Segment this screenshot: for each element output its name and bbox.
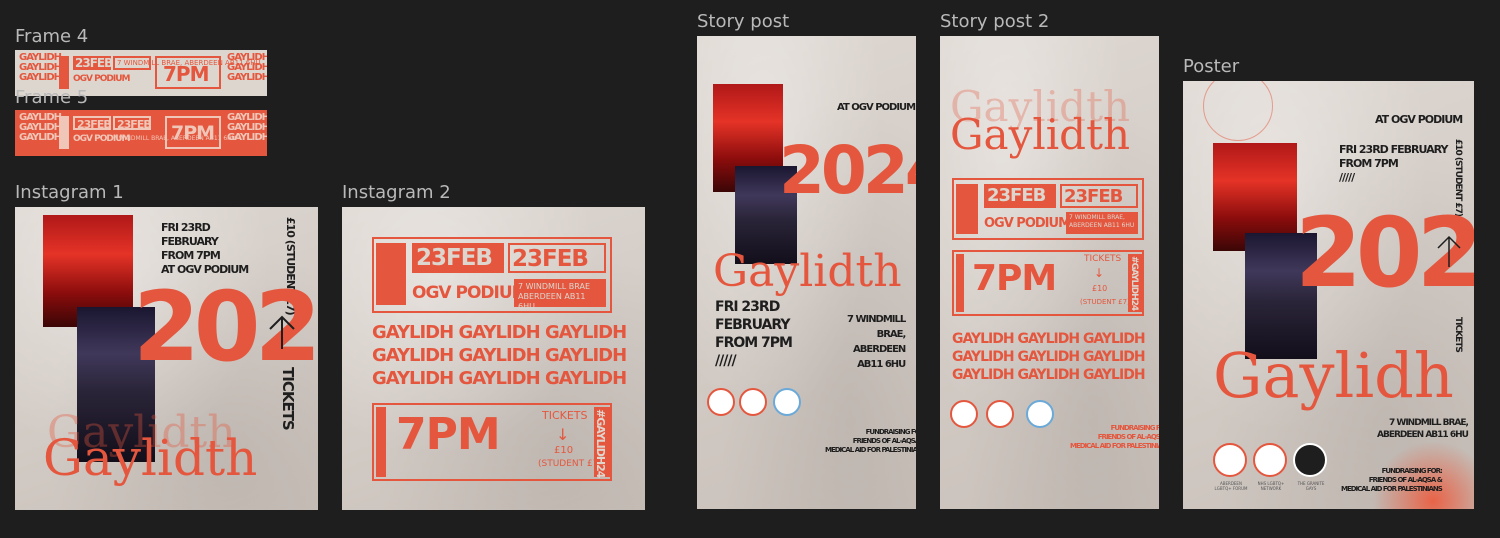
frame5-date-box: 23FEB [73, 116, 112, 131]
badge-label-gays: THE GRANITE GAYS [1297, 481, 1325, 491]
network-badge-icon [986, 400, 1014, 428]
story2-date-2: 23FEB [1064, 186, 1123, 207]
frame5-gaylidh-stack: GAYLIDH GAYLIDH GAYLIDH [19, 112, 62, 143]
story2-price: £10 [1092, 284, 1108, 293]
story2-hashtag: #GAYLIDH24 [1129, 256, 1139, 311]
story2-fundraising: FUNDRAISING FOR:FRIENDS OF AL-AQSA &MEDI… [1070, 424, 1159, 450]
story-post[interactable]: AT OGV PODIUM 2024 Gaylidth FRI 23RDFEBR… [697, 36, 916, 509]
arrow-up-icon [269, 315, 295, 349]
story2-venue: OGV PODIUM [984, 216, 1071, 231]
badge-label-forum: ABERDEEN LGBTQ+ FORUM [1214, 481, 1248, 491]
arrow-down-icon: ↓ [556, 425, 570, 444]
instagram-2-label[interactable]: Instagram 2 [342, 183, 451, 203]
insta2-hashtag-bar: #GAYLIDH24 [594, 407, 610, 477]
story2-date-block: 23FEB [984, 184, 1056, 208]
story2-accent-bar [956, 254, 964, 312]
frame5-date-box-2: 23FEB [113, 116, 152, 131]
network-badge-icon [739, 388, 767, 416]
story2-title: Gaylidth [950, 110, 1130, 159]
insta2-tickets: TICKETS [542, 409, 588, 422]
story2-time: 7PM [972, 258, 1057, 299]
forum-badge-icon [1213, 443, 1247, 477]
globe-icon [956, 184, 978, 234]
forum-badge-icon [950, 400, 978, 428]
story2-student: (STUDENT £7) [1080, 298, 1130, 306]
badge-label-network: NHS LGBTQ+ NETWORK [1257, 481, 1285, 491]
frame5-gaylidh-stack-right: GAYLIDH GAYLIDH GAYLIDH [227, 112, 267, 143]
arrow-up-icon [1437, 235, 1461, 267]
insta2-date-2: 23FEB [512, 246, 589, 272]
frame5-date: 23FEB [77, 118, 112, 131]
frame5-time: 7PM [171, 122, 215, 144]
poster[interactable]: AT OGV PODIUM FRI 23RD FEBRUARY FROM 7PM /… [1183, 81, 1474, 509]
frame5-globe-block [59, 116, 69, 149]
insta2-accent-bar [376, 407, 386, 477]
insta2-price: £10 [554, 445, 574, 456]
story2-tickets: TICKETS [1084, 254, 1122, 264]
frame4-date: 23FEB [75, 56, 113, 70]
story-post-2-label[interactable]: Story post 2 [940, 12, 1049, 32]
arrow-down-icon: ↓ [1094, 266, 1105, 280]
frame5-time-box: 7PM [165, 116, 221, 149]
poster-address: 7 WINDMILL BRAE, ABERDEEN AB11 6HU [1377, 418, 1469, 440]
insta1-title: Gaylidth [43, 429, 258, 487]
frame-4-label[interactable]: Frame 4 [15, 27, 88, 47]
story-post-label[interactable]: Story post [697, 12, 789, 32]
frame4-time-box: 7PM [155, 56, 221, 89]
forum-badge-icon [707, 388, 735, 416]
insta2-address-block: 7 WINDMILL BRAE ABERDEEN AB11 6HU [514, 279, 606, 311]
gays-badge-icon [773, 388, 801, 416]
poster-title: Gaylidh [1213, 339, 1454, 412]
poster-tickets: TICKETS [1453, 317, 1463, 352]
story1-venue: AT OGV PODIUM [837, 102, 916, 113]
insta2-time: 7PM [396, 409, 501, 460]
instagram-2[interactable]: 23FEB 23FEB OGV PODIUM 7 WINDMILL BRAE A… [342, 207, 645, 510]
story1-address: 7 WINDMILL BRAE, ABERDEEN AB11 6HU [847, 314, 906, 370]
instagram-1-label[interactable]: Instagram 1 [15, 183, 124, 203]
insta2-venue: OGV PODIUM [412, 283, 529, 303]
frame4-date-block: 23FEB [73, 56, 113, 70]
insta2-gaylidh-grid: GAYLIDH GAYLIDH GAYLIDH GAYLIDH GAYLIDH … [372, 322, 627, 389]
poster-fundraising: FUNDRAISING FOR: FRIENDS OF AL-AQSA & MEDI… [1341, 467, 1443, 493]
gays-badge-icon [1026, 400, 1054, 428]
story1-fundraising: FUNDRAISING FOR:FRIENDS OF AL-AQSA &MEDI… [825, 428, 916, 454]
story1-date: FRI 23RD FEBRUARY FROM 7PM///// [715, 299, 793, 369]
insta2-date: 23FEB [416, 245, 493, 271]
frame4-globe-block [59, 56, 69, 89]
insta1-info: FRI 23RD FEBRUARY FROM 7PM AT OGV PODIUM [161, 221, 249, 276]
story2-address: 7 WINDMILL BRAE, ABERDEEN AB11 6HU [1069, 214, 1135, 229]
insta2-address: 7 WINDMILL BRAE ABERDEEN AB11 6HU [518, 282, 591, 311]
story-post-2[interactable]: Gaylidth Gaylidth 23FEB 23FEB OGV PODIUM… [940, 36, 1159, 509]
insta2-date-block: 23FEB [412, 243, 504, 273]
story2-address-block: 7 WINDMILL BRAE, ABERDEEN AB11 6HU [1066, 212, 1138, 234]
frame4-date-outline: 7 WINDMILL BRAE, ABERDEEN AB11 6HU [113, 56, 261, 70]
gays-badge-icon [1293, 443, 1327, 477]
frame4-gaylidh-stack-right: GAYLIDH GAYLIDH GAYLIDH [227, 52, 267, 83]
frame4-venue: OGV PODIUM [73, 74, 130, 84]
globe-icon [376, 243, 406, 305]
poster-venue: AT OGV PODIUM [1375, 113, 1463, 126]
frame-5-label[interactable]: Frame 5 [15, 88, 88, 108]
insta2-date-outline: 23FEB [508, 243, 606, 273]
frame4-gaylidh-stack: GAYLIDH GAYLIDH GAYLIDH [19, 52, 62, 83]
insta2-hashtag: #GAYLIDH24 [594, 409, 607, 478]
frame-5[interactable]: GAYLIDH GAYLIDH GAYLIDH 23FEB 23FEB OGV PO… [15, 110, 267, 156]
poster-date: FRI 23RD FEBRUARY FROM 7PM///// [1339, 143, 1448, 184]
network-badge-icon [1253, 443, 1287, 477]
frame5-date-2: 23FEB [117, 118, 152, 131]
story1-title: Gaylidth [713, 246, 902, 297]
story1-year: 2024 [779, 132, 916, 209]
story2-date-outline: 23FEB [1060, 184, 1138, 208]
poster-label[interactable]: Poster [1183, 57, 1239, 77]
story2-hashtag-bar: #GAYLIDH24 [1128, 254, 1142, 312]
insta1-tickets: TICKETS [279, 367, 297, 430]
frame4-time: 7PM [163, 62, 209, 86]
story2-date: 23FEB [987, 185, 1046, 206]
insta2-student: (STUDENT £7) [538, 459, 602, 469]
story2-gaylidh-grid: GAYLIDH GAYLIDH GAYLIDH GAYLIDH GAYLIDH … [952, 331, 1146, 383]
instagram-1[interactable]: FRI 23RD FEBRUARY FROM 7PM AT OGV PODIUM £1… [15, 207, 318, 510]
